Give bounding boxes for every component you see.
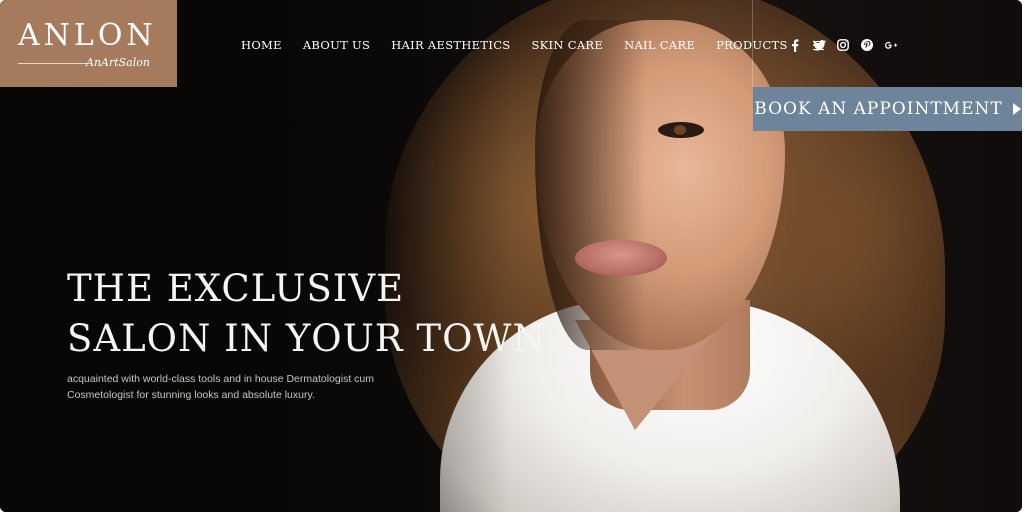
instagram-icon[interactable] [836, 38, 850, 52]
nav-item-about-us[interactable]: ABOUT US [303, 38, 370, 52]
pinterest-icon[interactable] [860, 38, 874, 52]
nav-divider [752, 0, 753, 87]
nav-item-skin-care[interactable]: SKIN CARE [531, 38, 603, 52]
book-appointment-label: BOOK AN APPOINTMENT [754, 99, 1003, 119]
logo-subtitle: AnArtSalon [86, 56, 150, 69]
hero-headline-line-1: THE EXCLUSIVE [67, 267, 405, 310]
play-arrow-icon [1012, 103, 1021, 115]
logo[interactable]: ANLON AnArtSalon [0, 0, 177, 87]
hero-subtext-line-1: acquainted with world-class tools and in… [67, 373, 374, 385]
hero-subtext-line-2: Cosmetologist for stunning looks and abs… [67, 389, 315, 401]
google-plus-icon[interactable] [884, 38, 898, 52]
nav-item-hair-aesthetics[interactable]: HAIR AESTHETICS [391, 38, 510, 52]
hero-subtext: acquainted with world-class tools and in… [67, 371, 397, 403]
hero-section: ANLON AnArtSalon HOME ABOUT US HAIR AEST… [0, 0, 1022, 512]
hero-headline-line-2: SALON IN YOUR TOWN [67, 317, 546, 360]
hero-headline: THE EXCLUSIVE SALON IN YOUR TOWN [67, 264, 546, 364]
nav-item-nail-care[interactable]: NAIL CARE [624, 38, 695, 52]
logo-title: ANLON [18, 18, 157, 53]
nav-item-home[interactable]: HOME [241, 38, 282, 52]
facebook-icon[interactable] [788, 38, 802, 52]
main-nav: HOME ABOUT US HAIR AESTHETICS SKIN CARE … [241, 38, 824, 52]
social-links [788, 38, 908, 52]
book-appointment-button[interactable]: BOOK AN APPOINTMENT [753, 87, 1022, 131]
twitter-icon[interactable] [812, 38, 826, 52]
logo-divider [18, 63, 88, 64]
